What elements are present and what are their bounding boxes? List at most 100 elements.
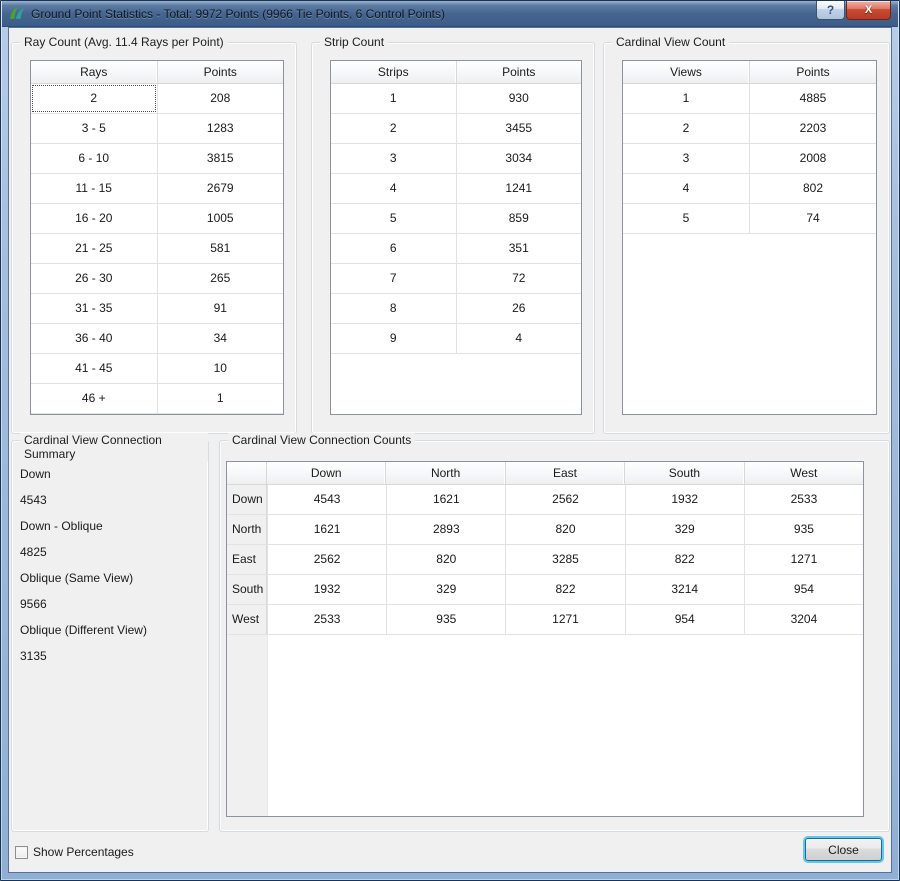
table-row[interactable]: 7 72 <box>331 264 581 294</box>
table-row[interactable]: 2 208 <box>31 84 283 114</box>
table-row[interactable]: 41 - 45 10 <box>31 354 283 384</box>
row-header[interactable]: South <box>227 575 267 604</box>
close-button[interactable]: Close <box>805 838 882 861</box>
table-row[interactable]: 11 - 15 2679 <box>31 174 283 204</box>
points-cell[interactable]: 351 <box>456 234 582 263</box>
count-cell[interactable]: 329 <box>386 575 505 604</box>
count-cell[interactable]: 822 <box>625 545 744 574</box>
count-cell[interactable]: 2533 <box>267 605 386 634</box>
points-cell[interactable]: 4885 <box>749 84 876 113</box>
count-cell[interactable]: 1621 <box>386 485 505 514</box>
count-cell[interactable]: 820 <box>505 515 624 544</box>
row-header[interactable]: East <box>227 545 267 574</box>
points-cell[interactable]: 930 <box>456 84 582 113</box>
points-cell[interactable]: 2203 <box>749 114 876 143</box>
rays-cell[interactable]: 31 - 35 <box>31 294 157 323</box>
column-header[interactable]: Points <box>157 61 284 83</box>
points-cell[interactable]: 1283 <box>157 114 284 143</box>
column-header[interactable]: Points <box>749 61 876 83</box>
count-cell[interactable]: 4543 <box>267 485 386 514</box>
strips-cell[interactable]: 2 <box>331 114 456 143</box>
points-cell[interactable]: 1 <box>157 384 284 413</box>
table-row[interactable]: 8 26 <box>331 294 581 324</box>
points-cell[interactable]: 859 <box>456 204 582 233</box>
points-cell[interactable]: 3815 <box>157 144 284 173</box>
column-header[interactable]: South <box>624 462 743 484</box>
table-row[interactable]: 5 859 <box>331 204 581 234</box>
table-row[interactable]: 26 - 30 265 <box>31 264 283 294</box>
views-cell[interactable]: 3 <box>623 144 749 173</box>
points-cell[interactable]: 581 <box>157 234 284 263</box>
count-cell[interactable]: 935 <box>744 515 863 544</box>
points-cell[interactable]: 802 <box>749 174 876 203</box>
row-header[interactable]: West <box>227 605 267 634</box>
count-cell[interactable]: 2533 <box>744 485 863 514</box>
strips-cell[interactable]: 7 <box>331 264 456 293</box>
strips-cell[interactable]: 3 <box>331 144 456 173</box>
table-row[interactable]: South 1932 329 822 3214 954 <box>227 575 863 605</box>
table-row[interactable]: 4 1241 <box>331 174 581 204</box>
window-close-button[interactable]: X <box>846 1 891 20</box>
table-row[interactable]: 21 - 25 581 <box>31 234 283 264</box>
rays-cell[interactable]: 36 - 40 <box>31 324 157 353</box>
row-header[interactable]: Down <box>227 485 267 514</box>
count-cell[interactable]: 2562 <box>267 545 386 574</box>
column-header[interactable]: Rays <box>31 61 157 83</box>
column-header[interactable]: Views <box>623 61 749 83</box>
strips-cell[interactable]: 4 <box>331 174 456 203</box>
points-cell[interactable]: 72 <box>456 264 582 293</box>
count-cell[interactable]: 820 <box>386 545 505 574</box>
column-header[interactable]: West <box>744 462 863 484</box>
count-cell[interactable]: 1271 <box>744 545 863 574</box>
table-row[interactable]: East 2562 820 3285 822 1271 <box>227 545 863 575</box>
table-row[interactable]: 3 3034 <box>331 144 581 174</box>
table-row[interactable]: 6 - 10 3815 <box>31 144 283 174</box>
points-cell[interactable]: 2679 <box>157 174 284 203</box>
table-row[interactable]: 6 351 <box>331 234 581 264</box>
column-header[interactable]: Strips <box>331 61 456 83</box>
table-row[interactable]: Down 4543 1621 2562 1932 2533 <box>227 485 863 515</box>
table-row[interactable]: 36 - 40 34 <box>31 324 283 354</box>
rays-cell[interactable]: 21 - 25 <box>31 234 157 263</box>
table-row[interactable]: 5 74 <box>623 204 876 234</box>
column-header[interactable]: North <box>385 462 504 484</box>
table-row[interactable]: 4 802 <box>623 174 876 204</box>
views-cell[interactable]: 2 <box>623 114 749 143</box>
strips-cell[interactable]: 1 <box>331 84 456 113</box>
table-row[interactable]: 9 4 <box>331 324 581 354</box>
count-cell[interactable]: 935 <box>386 605 505 634</box>
column-header[interactable]: Down <box>267 462 385 484</box>
table-row[interactable]: 2 3455 <box>331 114 581 144</box>
points-cell[interactable]: 1241 <box>456 174 582 203</box>
show-percentages-label[interactable]: Show Percentages <box>33 845 134 859</box>
table-row[interactable]: 31 - 35 91 <box>31 294 283 324</box>
points-cell[interactable]: 1005 <box>157 204 284 233</box>
count-cell[interactable]: 3204 <box>744 605 863 634</box>
points-cell[interactable]: 10 <box>157 354 284 383</box>
column-header[interactable]: Points <box>456 61 582 83</box>
points-cell[interactable]: 208 <box>157 84 284 113</box>
count-cell[interactable]: 954 <box>625 605 744 634</box>
table-row[interactable]: 46 + 1 <box>31 384 283 414</box>
help-button[interactable]: ? <box>816 1 845 20</box>
rays-cell[interactable]: 11 - 15 <box>31 174 157 203</box>
count-cell[interactable]: 1932 <box>625 485 744 514</box>
points-cell[interactable]: 91 <box>157 294 284 323</box>
points-cell[interactable]: 4 <box>456 324 582 353</box>
points-cell[interactable]: 3034 <box>456 144 582 173</box>
rays-cell[interactable]: 3 - 5 <box>31 114 157 143</box>
count-cell[interactable]: 3285 <box>505 545 624 574</box>
table-row[interactable]: 3 - 5 1283 <box>31 114 283 144</box>
show-percentages-checkbox[interactable] <box>15 846 28 859</box>
count-cell[interactable]: 954 <box>744 575 863 604</box>
count-cell[interactable]: 1271 <box>505 605 624 634</box>
views-cell[interactable]: 4 <box>623 174 749 203</box>
count-cell[interactable]: 3214 <box>625 575 744 604</box>
table-row[interactable]: West 2533 935 1271 954 3204 <box>227 605 863 635</box>
rays-cell[interactable]: 41 - 45 <box>31 354 157 383</box>
column-header[interactable]: East <box>505 462 624 484</box>
points-cell[interactable]: 34 <box>157 324 284 353</box>
views-cell[interactable]: 1 <box>623 84 749 113</box>
rays-cell[interactable]: 2 <box>31 84 157 113</box>
rays-cell[interactable]: 6 - 10 <box>31 144 157 173</box>
